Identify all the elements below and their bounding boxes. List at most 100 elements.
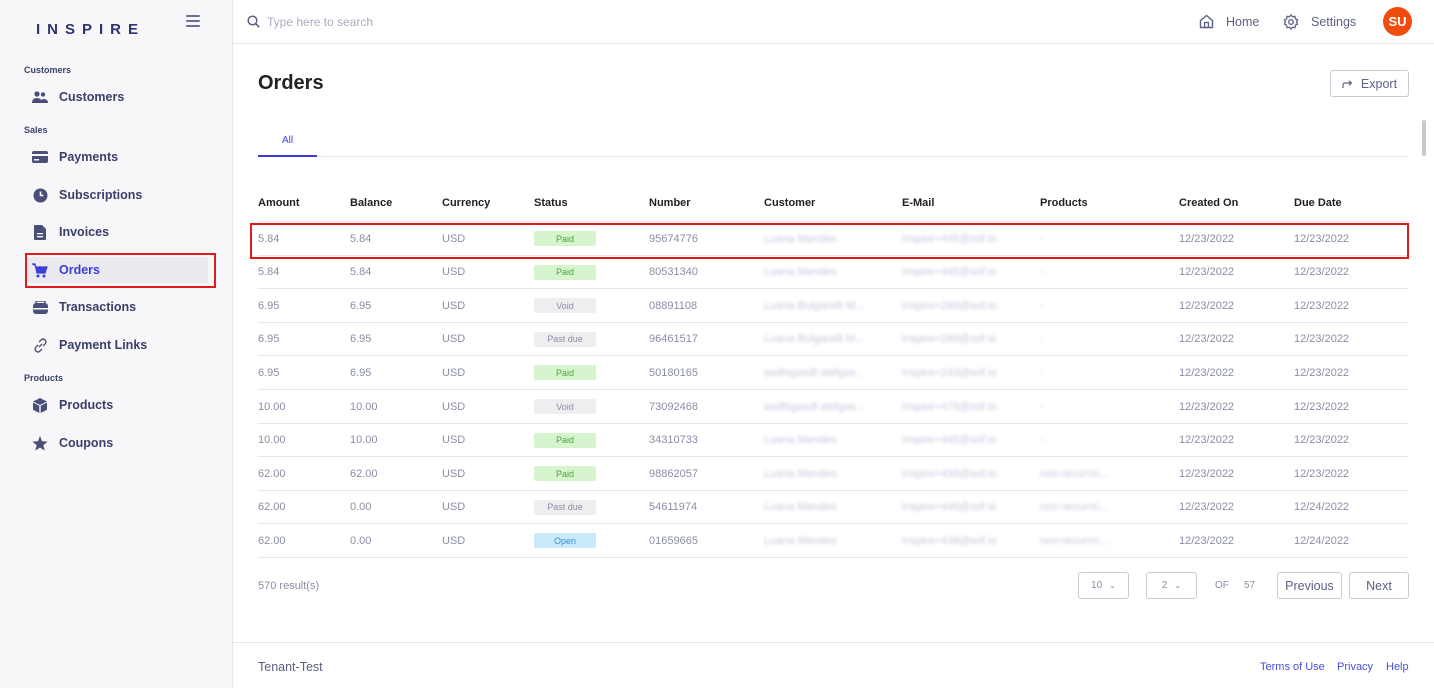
cell-due: 12/23/2022 — [1294, 434, 1350, 447]
clock-icon — [32, 187, 48, 203]
status-badge: Void — [534, 399, 596, 414]
home-link[interactable]: Home — [1199, 14, 1259, 29]
table-row[interactable]: 5.84 5.84 USD Paid 80531340 Luana Mendes inspi… — [258, 256, 1409, 290]
cell-currency: USD — [442, 467, 466, 480]
cell-currency: USD — [442, 400, 466, 413]
help-link[interactable]: Help — [1386, 661, 1409, 673]
scrollbar-thumb[interactable] — [1422, 120, 1426, 156]
cell-balance: 0.00 — [350, 534, 372, 547]
cell-due: 12/23/2022 — [1294, 333, 1350, 346]
table-row[interactable]: 6.95 6.95 USD Past due 96461517 Luana Bulgare… — [258, 323, 1409, 357]
tabs-divider — [258, 156, 1409, 157]
status-badge: Past due — [534, 331, 596, 347]
cell-status: Past due — [534, 323, 596, 356]
settings-link[interactable]: Settings — [1283, 14, 1356, 30]
table-row[interactable]: 62.00 0.00 USD Open 01659665 Luana Mendes insp… — [258, 524, 1409, 558]
cell-customer: asdfsgasdf atsfgas... — [764, 400, 865, 413]
brand-logo[interactable]: INSPIRE — [36, 21, 145, 38]
column-header-email[interactable]: E-Mail — [902, 197, 934, 209]
page-title: Orders — [258, 72, 324, 94]
sidebar-item-invoices[interactable]: Invoices — [26, 219, 208, 245]
tenant-name: Tenant-Test — [258, 660, 323, 674]
cell-due: 12/23/2022 — [1294, 266, 1350, 279]
cell-products: - — [1040, 266, 1044, 279]
results-count: 570 result(s) — [258, 580, 320, 592]
sidebar-item-transactions[interactable]: Transactions — [26, 294, 208, 320]
sidebar-item-payment-links[interactable]: Payment Links — [26, 332, 208, 358]
terms-link[interactable]: Terms of Use — [1260, 661, 1325, 673]
page-number-value: 2 — [1161, 580, 1168, 591]
cell-email: inspire+478@sof.io — [902, 400, 997, 413]
home-icon — [1199, 14, 1214, 29]
document-icon — [32, 224, 48, 240]
table-row[interactable]: 62.00 62.00 USD Paid 98862057 Luana Mendes ins… — [258, 457, 1409, 491]
sidebar-item-label: Payment Links — [59, 338, 148, 352]
page-number-select[interactable]: 2 ⌄ — [1146, 572, 1197, 599]
table-row[interactable]: 62.00 0.00 USD Past due 54611974 Luana Mendes… — [258, 491, 1409, 525]
sidebar-item-label: Products — [59, 398, 114, 412]
column-header-status[interactable]: Status — [534, 197, 568, 209]
column-header-due-date[interactable]: Due Date — [1294, 197, 1342, 209]
tab-all[interactable]: All — [258, 135, 317, 157]
next-button[interactable]: Next — [1349, 572, 1409, 599]
column-header-amount[interactable]: Amount — [258, 197, 300, 209]
sidebar-item-label: Coupons — [59, 436, 114, 450]
page-size-select[interactable]: 10 ⌄ — [1078, 572, 1129, 599]
cell-currency: USD — [442, 534, 466, 547]
cell-amount: 6.95 — [258, 299, 280, 312]
table-row[interactable]: 6.95 6.95 USD Void 08891108 Luana Bulgarelli … — [258, 289, 1409, 323]
user-avatar[interactable]: SU — [1383, 7, 1412, 36]
privacy-link[interactable]: Privacy — [1337, 661, 1373, 673]
cell-number: 96461517 — [649, 333, 698, 346]
column-header-number[interactable]: Number — [649, 197, 691, 209]
cell-number: 01659665 — [649, 534, 698, 547]
cell-created: 12/23/2022 — [1179, 266, 1235, 279]
cell-products: - — [1040, 434, 1044, 447]
cell-created: 12/23/2022 — [1179, 299, 1235, 312]
cell-currency: USD — [442, 501, 466, 514]
table-row[interactable]: 6.95 6.95 USD Paid 50180165 asdfsgasdf atsfga… — [258, 356, 1409, 390]
cell-created: 12/23/2022 — [1179, 366, 1235, 379]
cell-customer: Luana Bulgarelli M... — [764, 299, 865, 312]
sidebar-item-products[interactable]: Products — [26, 392, 208, 418]
sidebar-item-payments[interactable]: Payments — [26, 144, 208, 170]
menu-toggle-icon[interactable] — [186, 15, 200, 27]
nav-section-products: Products — [24, 373, 64, 383]
column-header-created-on[interactable]: Created On — [1179, 197, 1238, 209]
home-label: Home — [1226, 14, 1260, 29]
sidebar-item-coupons[interactable]: Coupons — [26, 430, 208, 456]
cell-currency: USD — [442, 434, 466, 447]
users-icon — [32, 89, 48, 105]
cell-email: inspire+243@sof.io — [902, 366, 997, 379]
cell-balance: 6.95 — [350, 299, 372, 312]
search-input[interactable] — [267, 12, 567, 32]
cell-number: 80531340 — [649, 266, 698, 279]
previous-button[interactable]: Previous — [1277, 572, 1342, 599]
cell-currency: USD — [442, 366, 466, 379]
column-header-balance[interactable]: Balance — [350, 197, 392, 209]
sidebar-item-subscriptions[interactable]: Subscriptions — [26, 182, 208, 208]
column-header-customer[interactable]: Customer — [764, 197, 815, 209]
cell-amount: 10.00 — [258, 434, 286, 447]
status-badge: Void — [534, 298, 596, 314]
table-row[interactable]: 10.00 10.00 USD Void 73092468 asdfsgasdf atsf… — [258, 390, 1409, 424]
column-header-products[interactable]: Products — [1040, 197, 1088, 209]
gear-icon — [1283, 14, 1299, 30]
cell-email: inspire+280@sof.io — [902, 299, 997, 312]
status-badge: Open — [534, 533, 596, 549]
cell-products: non-recurrin... — [1040, 534, 1109, 547]
export-button[interactable]: Export — [1330, 70, 1409, 97]
table-row[interactable]: 10.00 10.00 USD Paid 34310733 Luana Mendes ins… — [258, 424, 1409, 458]
cell-customer: asdfsgasdf atsfgas... — [764, 366, 865, 379]
cell-amount: 6.95 — [258, 366, 280, 379]
cell-email: inspire+438@sof.io — [902, 534, 997, 547]
sidebar-item-label: Transactions — [59, 300, 137, 314]
cell-products: non-recurrin... — [1040, 501, 1109, 514]
cell-status: Void — [534, 289, 596, 322]
cell-due: 12/23/2022 — [1294, 299, 1350, 312]
sidebar-item-customers[interactable]: Customers — [26, 84, 208, 110]
column-header-currency[interactable]: Currency — [442, 197, 490, 209]
status-badge: Paid — [534, 365, 596, 381]
sidebar: INSPIRE Customers Customers Sales Paymen… — [0, 0, 233, 688]
cell-email: inspire+445@sof.io — [902, 434, 997, 447]
